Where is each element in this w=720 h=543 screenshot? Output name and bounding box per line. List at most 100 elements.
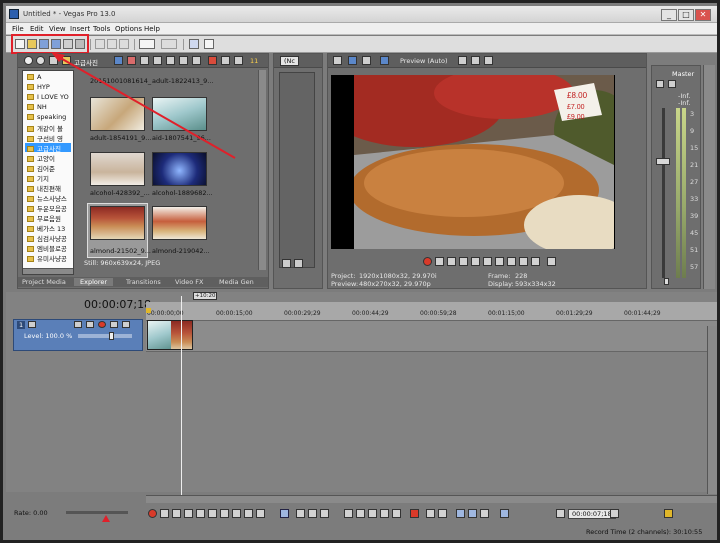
pause-icon[interactable] [196,509,205,518]
next-frame-icon[interactable] [256,509,265,518]
meter-scale-label: 33 [690,195,699,203]
display-value: 593x334x32 [515,280,556,288]
delete-icon[interactable] [344,509,353,518]
stop-icon[interactable] [208,509,217,518]
record-time: Record Time (2 channels): 30:10:55 [586,528,703,536]
stop-icon[interactable] [483,257,492,266]
cursor-badge: +10:20 [195,293,216,299]
ruler-tick: 00:00:59;28 [420,310,457,317]
master-fx-icon[interactable] [656,80,664,88]
go-to-start-icon[interactable] [220,509,229,518]
overlays-icon[interactable] [458,56,467,65]
zoom-tool-icon[interactable] [320,509,329,518]
trimmer-toolbar: (Nc [274,54,322,68]
time-field[interactable]: 00:00:07;18 [568,509,616,519]
preview-menu-icon[interactable] [547,257,556,266]
track-level[interactable]: Level: 100.0 % [24,332,72,340]
preview-device-icon[interactable] [348,56,357,65]
next-frame-icon[interactable] [531,257,540,266]
lock-events-icon[interactable] [410,509,419,518]
preview-quality[interactable]: Preview (Auto) [400,57,448,65]
play-from-start-icon[interactable] [172,509,181,518]
price-sign-2: £7.00 [567,104,585,111]
master-title: Master [672,70,695,78]
ruler-tick: 00:00:15;00 [216,310,253,317]
copy-snapshot-icon[interactable] [471,56,480,65]
go-to-end-icon[interactable] [232,509,241,518]
play-icon[interactable] [282,259,291,268]
play-icon[interactable] [459,257,468,266]
trim-start-icon[interactable] [368,509,377,518]
loop-icon[interactable] [435,257,444,266]
ruler-tick: 00:01:44;29 [624,310,661,317]
track-number: 1 [17,321,26,329]
play-from-start-icon[interactable] [447,257,456,266]
previous-frame-icon[interactable] [519,257,528,266]
loop-icon[interactable] [160,509,169,518]
save-snapshot-icon[interactable] [484,56,493,65]
trim-end-icon[interactable] [380,509,389,518]
level-slider[interactable] [78,334,132,338]
region-icon[interactable] [438,509,447,518]
master-mute-icon[interactable] [668,80,676,88]
play-icon[interactable] [184,509,193,518]
playhead-cursor[interactable] [181,296,182,496]
track-fx-icon[interactable] [86,321,94,328]
go-to-start-icon[interactable] [495,257,504,266]
marker-icon[interactable] [426,509,435,518]
level-slider-thumb[interactable] [109,332,114,340]
preview-label: Preview: [331,280,359,288]
selection-tool-icon[interactable] [308,509,317,518]
trimmer-dropdown[interactable]: (Nc [280,56,299,66]
stop-icon[interactable] [294,259,303,268]
mute-icon[interactable] [110,321,118,328]
master-fader[interactable] [656,158,670,165]
solo-icon[interactable] [122,321,130,328]
ruler-tick: 00:00:29;29 [284,310,321,317]
ruler-tick: 00:01:15;00 [488,310,525,317]
timeline-scrollbar[interactable] [146,495,717,503]
collapse-track-icon[interactable] [28,321,36,328]
split-screen-icon[interactable] [380,56,389,65]
record-icon[interactable] [148,509,157,518]
rate-label: Rate: 0.00 [14,509,48,517]
ruler-tick: 00:00:00;00 [147,310,184,317]
frame-label: Frame: [488,272,511,280]
envelope-tool-icon[interactable] [296,509,305,518]
record-icon[interactable] [423,257,432,266]
main-transport [148,509,568,521]
go-to-end-icon[interactable] [507,257,516,266]
meter-scale-label: 3 [690,110,695,118]
ignore-grouping-icon[interactable] [456,509,465,518]
time-dropdown-icon[interactable] [610,509,619,518]
master-bus-panel: Master -Inf. -Inf. 3 9 15 21 27 33 39 45… [651,65,701,289]
meter-scale-label: 9 [690,127,695,135]
video-track-lane [146,320,717,352]
snapping-icon[interactable] [480,509,489,518]
auto-crossfade-icon[interactable] [468,509,477,518]
timeline-timecode[interactable]: 00:00:07;18 [84,298,151,311]
lock-icon[interactable] [664,278,669,285]
trim-icon[interactable] [356,509,365,518]
previous-frame-icon[interactable] [244,509,253,518]
video-fx-icon[interactable] [362,56,371,65]
preview-toolbar: Preview (Auto) [328,54,646,68]
split-icon[interactable] [392,509,401,518]
video-clip[interactable] [147,320,193,350]
track-arm-icon[interactable] [98,321,106,328]
ripple-icon[interactable] [500,509,509,518]
peak-right: -Inf. [678,99,691,107]
rate-slider-thumb[interactable] [102,515,110,522]
project-properties-icon[interactable] [333,56,342,65]
mixer-scrollbar[interactable] [703,65,715,289]
preview-value: 480x270x32, 29.970p [359,280,431,288]
display-label: Display: [488,280,514,288]
rate-slider[interactable] [66,511,128,514]
track-motion-icon[interactable] [74,321,82,328]
pause-icon[interactable] [471,257,480,266]
ruler-tick: 00:00:44;29 [352,310,389,317]
meter-scale-label: 39 [690,212,699,220]
timeline-vscrollbar[interactable] [707,326,717,494]
normal-edit-tool-icon[interactable] [280,509,289,518]
marker-icon[interactable] [146,308,151,313]
